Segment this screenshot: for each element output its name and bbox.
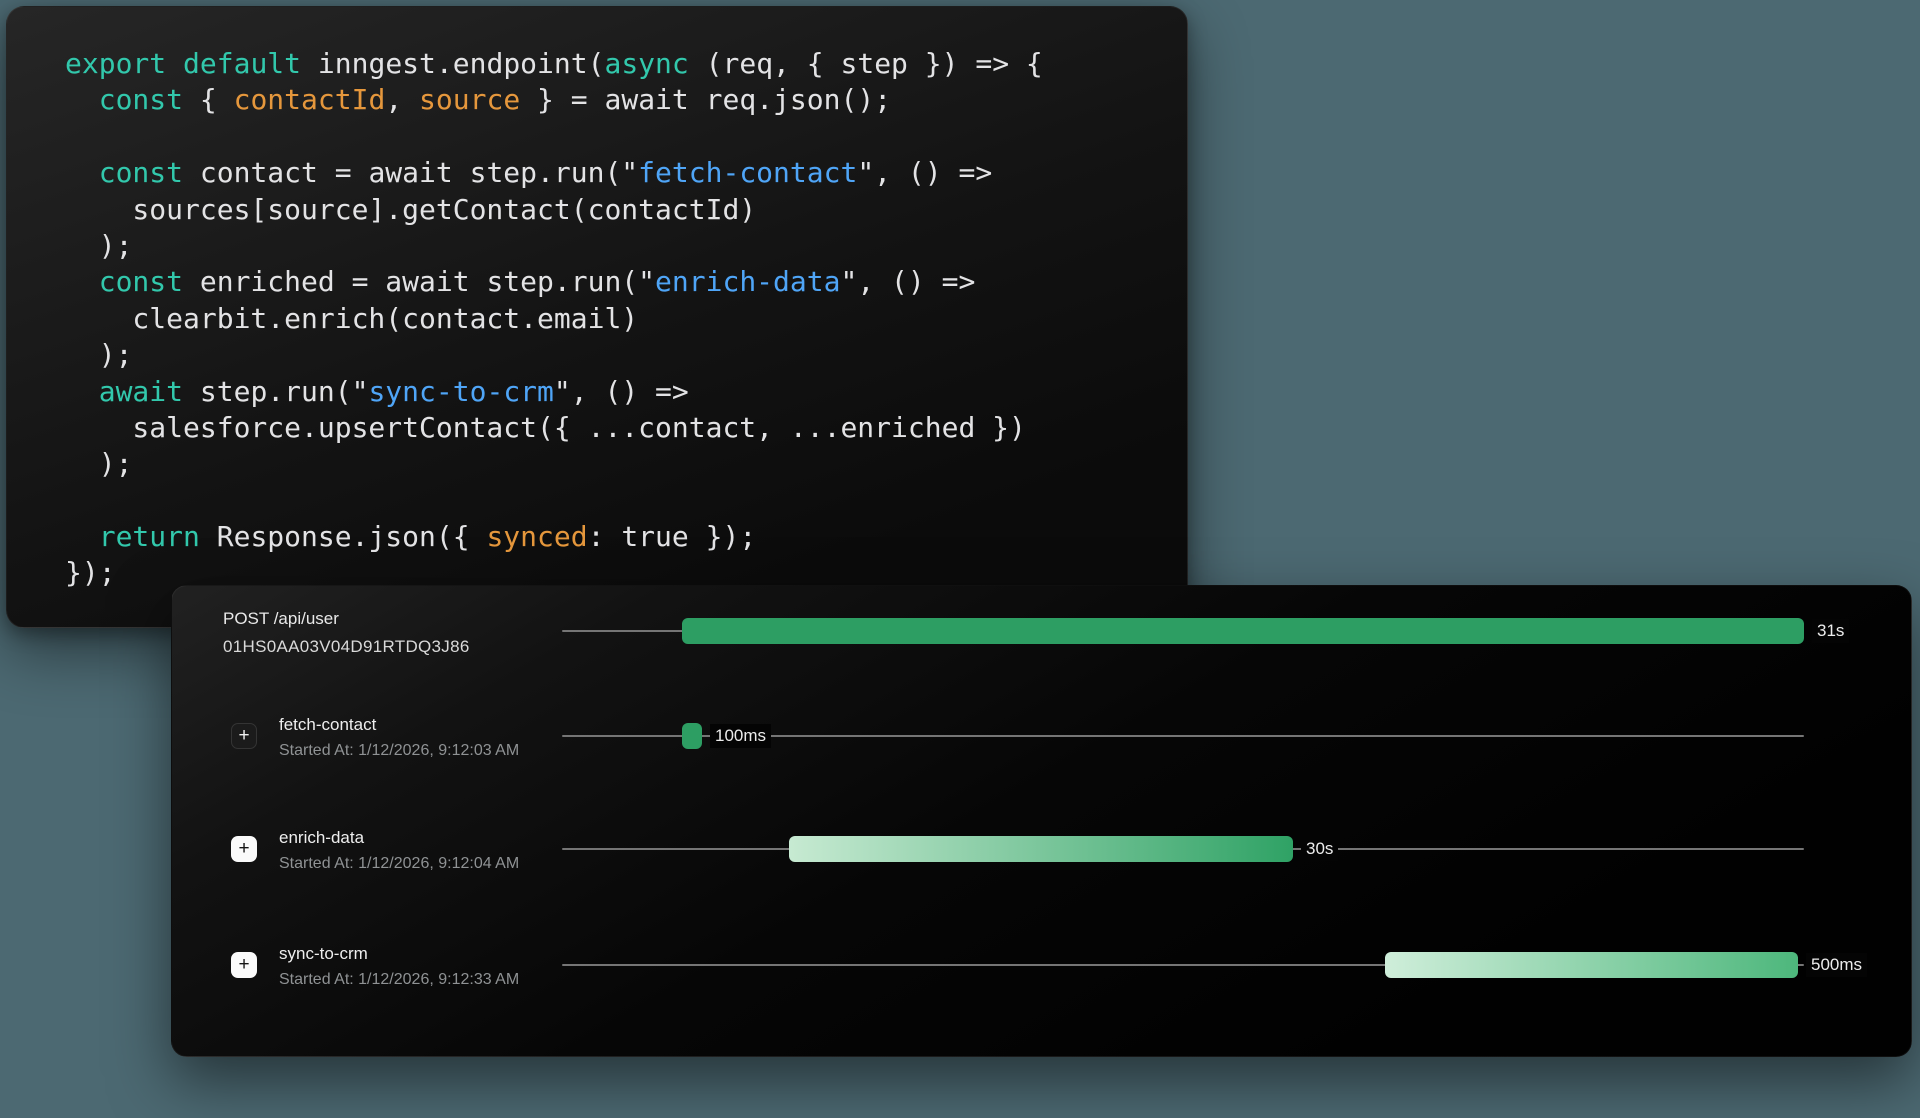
request-duration-label: 31s	[1812, 619, 1849, 643]
request-title: POST /api/user	[223, 609, 339, 629]
step-name: sync-to-crm	[279, 944, 368, 964]
request-duration-bar	[682, 618, 1804, 644]
request-run-id: 01HS0AA03V04D91RTDQ3J86	[223, 637, 470, 657]
step-duration-label: 100ms	[710, 724, 771, 748]
step-name: enrich-data	[279, 828, 364, 848]
expand-step-button[interactable]: +	[231, 723, 257, 749]
step-duration-label: 30s	[1301, 837, 1338, 861]
step-started-at: Started At: 1/12/2026, 9:12:33 AM	[279, 971, 519, 989]
step-duration-bar	[1385, 952, 1798, 978]
step-duration-bar	[682, 723, 702, 749]
code-block: export default inngest.endpoint(async (r…	[7, 7, 1187, 592]
step-started-at: Started At: 1/12/2026, 9:12:04 AM	[279, 855, 519, 873]
expand-step-button[interactable]: +	[231, 952, 257, 978]
code-editor-panel: export default inngest.endpoint(async (r…	[6, 6, 1188, 628]
trace-timeline-panel: 31s POST /api/user 01HS0AA03V04D91RTDQ3J…	[171, 585, 1912, 1057]
expand-step-button[interactable]: +	[231, 836, 257, 862]
step-started-at: Started At: 1/12/2026, 9:12:03 AM	[279, 742, 519, 760]
step-duration-bar	[789, 836, 1293, 862]
step-name: fetch-contact	[279, 715, 376, 735]
step-duration-label: 500ms	[1806, 953, 1867, 977]
